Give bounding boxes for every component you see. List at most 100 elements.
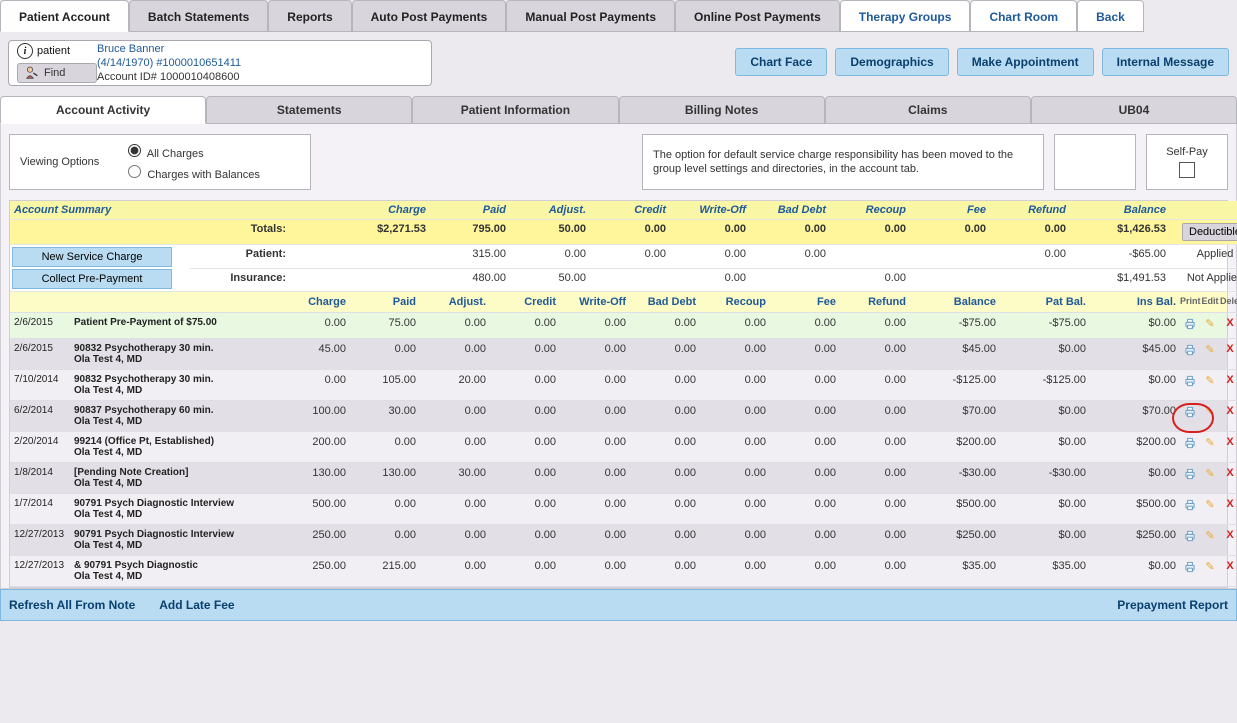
delete-button[interactable]: X [1220, 556, 1237, 587]
delete-button[interactable]: X [1220, 401, 1237, 432]
charges-with-balances-radio[interactable]: Charges with Balances [123, 162, 260, 183]
print-button[interactable] [1180, 525, 1200, 556]
charge-date: 12/27/2013 [10, 556, 70, 587]
charge-value: 0.00 [630, 556, 700, 587]
patient-name: Bruce Banner [97, 42, 241, 56]
all-charges-label: All Charges [147, 148, 204, 160]
charge-value: 0.00 [490, 401, 560, 432]
collect-prepayment-button[interactable]: Collect Pre-Payment [12, 269, 172, 289]
delete-button[interactable]: X [1220, 432, 1237, 463]
charge-value: 0.00 [350, 525, 420, 556]
charge-row: 2/20/201499214 (Office Pt, Established)O… [10, 432, 1227, 463]
delete-button[interactable]: X [1220, 463, 1237, 494]
prepayment-report-button[interactable]: Prepayment Report [1117, 598, 1228, 612]
edit-button[interactable]: ✎ [1200, 494, 1220, 525]
print-button[interactable] [1180, 313, 1200, 339]
charge-value: 0.00 [770, 370, 840, 401]
tab-online-post-payments[interactable]: Online Post Payments [675, 0, 840, 32]
print-button[interactable] [1180, 463, 1200, 494]
charge-value: 0.00 [700, 432, 770, 463]
edit-button[interactable]: ✎ [1200, 556, 1220, 587]
charge-value: 250.00 [280, 556, 350, 587]
patient-writeoff: 0.00 [670, 245, 750, 269]
charge-value: 0.00 [420, 339, 490, 370]
subtab-billing-notes[interactable]: Billing Notes [619, 96, 825, 124]
charge-value: $250.00 [910, 525, 1000, 556]
hdr-credit: Credit [490, 292, 560, 313]
tab-patient-account[interactable]: Patient Account [0, 0, 129, 32]
hdr-balance: Balance [910, 292, 1000, 313]
subtab-ub04[interactable]: UB04 [1031, 96, 1237, 124]
print-button[interactable] [1180, 401, 1200, 432]
not-applied-label: Not Applied [1170, 269, 1237, 293]
tab-chart-room[interactable]: Chart Room [970, 0, 1077, 32]
charge-value: $0.00 [1090, 463, 1180, 494]
charge-value: 0.00 [840, 432, 910, 463]
charge-value: 0.00 [420, 556, 490, 587]
deductible-button[interactable]: Deductible [1182, 223, 1237, 241]
notice-panel: The option for default service charge re… [642, 134, 1044, 190]
tab-reports[interactable]: Reports [268, 0, 351, 32]
patient-dob: (4/14/1970) #1000010651411 [97, 56, 241, 70]
charge-value: $500.00 [1090, 494, 1180, 525]
subtab-patient-information[interactable]: Patient Information [412, 96, 618, 124]
delete-button[interactable]: X [1220, 313, 1237, 339]
tab-therapy-groups[interactable]: Therapy Groups [840, 0, 971, 32]
patient-fee [910, 245, 990, 269]
total-balance: $1,426.53 [1070, 220, 1170, 245]
tab-manual-post-payments[interactable]: Manual Post Payments [506, 0, 675, 32]
print-button[interactable] [1180, 339, 1200, 370]
subtab-statements[interactable]: Statements [206, 96, 412, 124]
charge-value: 0.00 [560, 339, 630, 370]
charge-value: $200.00 [910, 432, 1000, 463]
delete-button[interactable]: X [1220, 525, 1237, 556]
subtab-account-activity[interactable]: Account Activity [0, 96, 206, 124]
edit-button[interactable]: ✎ [1200, 339, 1220, 370]
internal-message-button[interactable]: Internal Message [1102, 48, 1229, 76]
edit-button[interactable]: ✎ [1200, 525, 1220, 556]
delete-button[interactable]: X [1220, 370, 1237, 401]
demographics-button[interactable]: Demographics [835, 48, 948, 76]
edit-button[interactable]: ✎ [1200, 370, 1220, 401]
print-button[interactable] [1180, 432, 1200, 463]
tab-batch-statements[interactable]: Batch Statements [129, 0, 268, 32]
edit-button[interactable]: ✎ [1200, 313, 1220, 339]
tab-back[interactable]: Back [1077, 0, 1144, 32]
add-late-fee-button[interactable]: Add Late Fee [159, 598, 234, 612]
col-recoup: Recoup [830, 201, 910, 220]
all-charges-radio[interactable]: All Charges [123, 141, 260, 162]
charge-value: 0.00 [350, 432, 420, 463]
patient-label: i patient [17, 43, 97, 59]
charge-value: 0.00 [700, 370, 770, 401]
edit-button[interactable]: ✎ [1200, 463, 1220, 494]
print-button[interactable] [1180, 370, 1200, 401]
charge-value: 200.00 [280, 432, 350, 463]
self-pay-checkbox[interactable] [1179, 162, 1195, 178]
tab-auto-post-payments[interactable]: Auto Post Payments [352, 0, 507, 32]
ins-fee [910, 269, 990, 293]
total-credit: 0.00 [590, 220, 670, 245]
make-appointment-button[interactable]: Make Appointment [957, 48, 1094, 76]
charge-row: 12/27/201390791 Psych Diagnostic Intervi… [10, 525, 1227, 556]
total-charge: $2,271.53 [290, 220, 430, 245]
viewing-options-panel: Viewing Options All Charges Charges with… [9, 134, 311, 190]
charge-value: 0.00 [560, 556, 630, 587]
printer-icon [1182, 560, 1198, 574]
hdr-charge: Charge [280, 292, 350, 313]
new-service-charge-button[interactable]: New Service Charge [12, 247, 172, 267]
print-button[interactable] [1180, 556, 1200, 587]
charge-value: 0.00 [420, 313, 490, 339]
print-button[interactable] [1180, 494, 1200, 525]
find-button[interactable]: Find [17, 63, 97, 83]
ins-refund [990, 269, 1070, 293]
refresh-all-button[interactable]: Refresh All From Note [9, 598, 135, 612]
chart-face-button[interactable]: Chart Face [735, 48, 827, 76]
edit-button[interactable]: ✎ [1200, 432, 1220, 463]
delete-button[interactable]: X [1220, 494, 1237, 525]
charge-value: 0.00 [420, 525, 490, 556]
subtab-claims[interactable]: Claims [825, 96, 1031, 124]
col-paid: Paid [430, 201, 510, 220]
charge-date: 12/27/2013 [10, 525, 70, 556]
delete-button[interactable]: X [1220, 339, 1237, 370]
charge-value: 0.00 [490, 525, 560, 556]
